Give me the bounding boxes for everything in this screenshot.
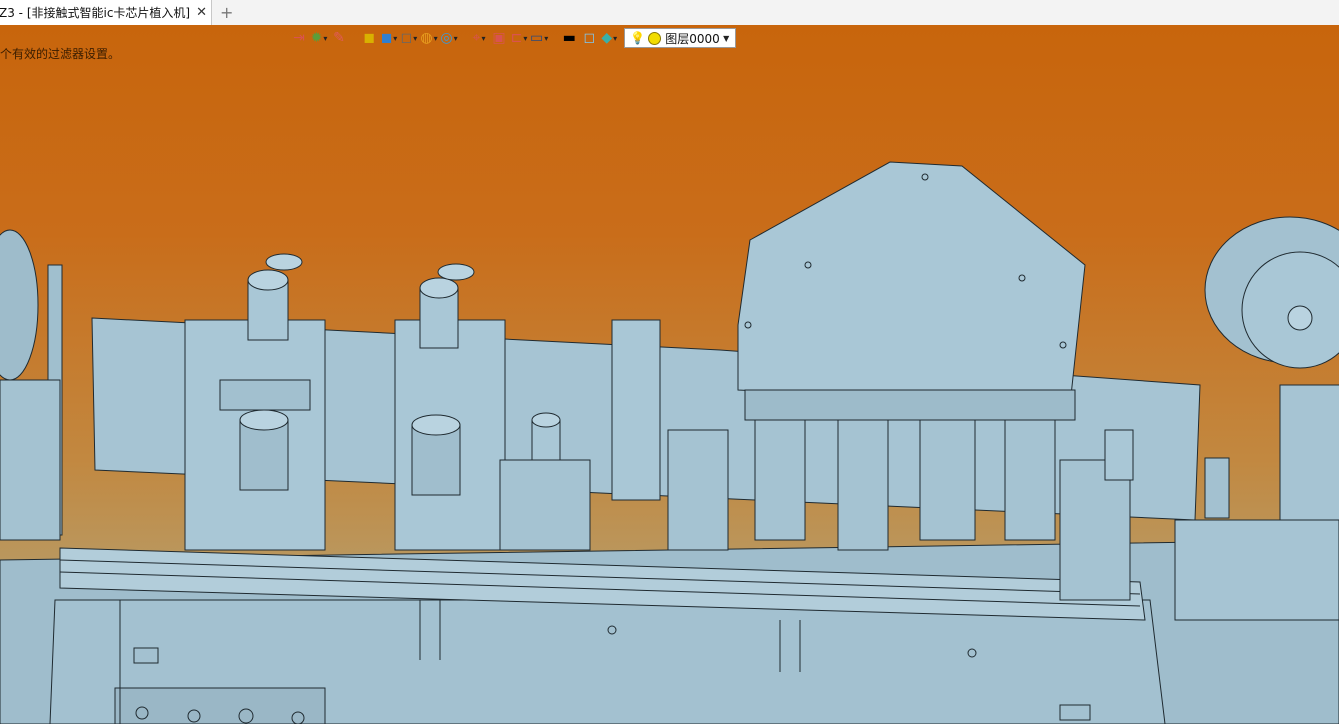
zoom-icon: ◎ bbox=[440, 30, 453, 46]
chevron-down-icon: ▾ bbox=[523, 33, 528, 43]
chevron-down-icon: ▾ bbox=[544, 33, 549, 43]
pen-button[interactable]: ✎ bbox=[330, 27, 348, 49]
pen-icon: ✎ bbox=[333, 30, 345, 46]
view-toolbar: ⇥ ✹ ▾ ✎ ◼ ◼ ▾ ◻ ▾ ◍ ▾ ◎ ▾ ⌖ ▾ ▣ ⊏ ▾ ▭ ▾ ▬ ◻ ◆ ▾ 💡 图层0000 ▼ bbox=[290, 27, 737, 49]
chevron-down-icon: ▾ bbox=[323, 33, 328, 43]
layer-stack-icon: ◼ bbox=[363, 30, 375, 46]
layer-stack-button[interactable]: ◼ bbox=[360, 27, 378, 49]
axis-button[interactable]: ⌖ ▾ bbox=[470, 27, 488, 49]
chevron-down-icon: ▾ bbox=[481, 33, 486, 43]
document-tab[interactable]: Z3 - [非接触式智能ic卡芯片植入机] ✕ bbox=[0, 0, 212, 25]
axis-icon: ⌖ bbox=[472, 30, 481, 46]
new-tab-button[interactable]: + bbox=[220, 3, 233, 22]
exit-icon: ⇥ bbox=[293, 30, 305, 46]
wire-cube-button[interactable]: ◻ ▾ bbox=[400, 27, 418, 49]
bracket-button[interactable]: ⊏ ▾ bbox=[510, 27, 528, 49]
lightbulb-icon: 💡 bbox=[630, 31, 646, 45]
chevron-down-icon: ▾ bbox=[393, 33, 398, 43]
solid-cube-icon: ◼ bbox=[380, 30, 393, 46]
chevron-down-icon: ▾ bbox=[413, 33, 418, 43]
render-icon: ◍ bbox=[420, 30, 433, 46]
light-icon: ✹ bbox=[310, 30, 323, 46]
chevron-down-icon: ▾ bbox=[453, 33, 458, 43]
layer-color-dot-icon bbox=[648, 31, 662, 45]
face-color-icon: ◻ bbox=[583, 30, 596, 46]
layer-color-icon: ◆ bbox=[601, 30, 613, 46]
machine-model bbox=[0, 161, 1339, 724]
3d-viewport[interactable]: 个有效的过滤器设置。 ⇥ ✹ ▾ ✎ ◼ ◼ ▾ ◻ ▾ ◍ ▾ ◎ ▾ ⌖ ▾ ▣ ⊏ ▾ ▭ ▾ ▬ ◻ ◆ ▾ 💡 图层00… bbox=[0, 25, 1339, 724]
close-tab-icon[interactable]: ✕ bbox=[196, 5, 207, 20]
light-button[interactable]: ✹ ▾ bbox=[310, 27, 328, 49]
filter-status-message: 个有效的过滤器设置。 bbox=[0, 47, 121, 61]
document-tab-title: Z3 - [非接触式智能ic卡芯片植入机] bbox=[0, 6, 191, 20]
tab-bar: Z3 - [非接触式智能ic卡芯片植入机] ✕ + bbox=[0, 0, 1339, 26]
layer-value: 图层0000 bbox=[665, 31, 720, 46]
chevron-down-icon: ▾ bbox=[613, 33, 618, 43]
layer-dropdown[interactable]: 💡 图层0000 ▼ bbox=[624, 28, 737, 48]
solid-cube-button[interactable]: ◼ ▾ bbox=[380, 27, 398, 49]
monitor-icon: ▭ bbox=[530, 30, 544, 46]
exit-button[interactable]: ⇥ bbox=[290, 27, 308, 49]
frame-icon: ▣ bbox=[492, 30, 506, 46]
chevron-down-icon: ▼ bbox=[723, 33, 730, 43]
wire-cube-icon: ◻ bbox=[400, 30, 413, 46]
zoom-button[interactable]: ◎ ▾ bbox=[440, 27, 458, 49]
line-color-icon: ▬ bbox=[562, 30, 576, 46]
frame-button[interactable]: ▣ bbox=[490, 27, 508, 49]
render-button[interactable]: ◍ ▾ bbox=[420, 27, 438, 49]
face-color-button[interactable]: ◻ bbox=[580, 27, 598, 49]
chevron-down-icon: ▾ bbox=[433, 33, 438, 43]
bracket-icon: ⊏ bbox=[510, 30, 523, 46]
monitor-button[interactable]: ▭ ▾ bbox=[530, 27, 548, 49]
line-color-button[interactable]: ▬ bbox=[560, 27, 578, 49]
layer-color-button[interactable]: ◆ ▾ bbox=[600, 27, 618, 49]
